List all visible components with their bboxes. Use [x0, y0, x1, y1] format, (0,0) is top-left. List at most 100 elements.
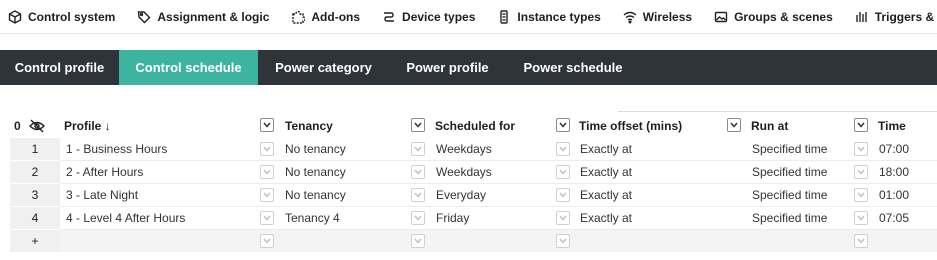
- bars-icon: [855, 10, 869, 24]
- header-time-offset[interactable]: Time offset (mins): [579, 114, 682, 138]
- scheduled-for-dropdown[interactable]: [556, 211, 570, 225]
- nav-groups-scenes[interactable]: Groups & scenes: [714, 10, 833, 24]
- cell-scheduled-for[interactable]: Weekdays: [436, 138, 492, 160]
- chevron-down-icon: [857, 215, 865, 221]
- cell-profile[interactable]: 2 - After Hours: [66, 161, 143, 183]
- nav-triggers-sequences[interactable]: Triggers & sequences: [855, 10, 937, 24]
- wifi-icon: [623, 10, 637, 24]
- row-number[interactable]: 3: [10, 184, 60, 206]
- cell-run-at[interactable]: Specified time: [752, 161, 827, 183]
- cell-profile[interactable]: 4 - Level 4 After Hours: [66, 207, 185, 229]
- cell-time[interactable]: 07:05: [879, 207, 909, 229]
- device-icon: [497, 9, 511, 24]
- scheduled-for-dropdown[interactable]: [556, 188, 570, 202]
- run-at-dropdown[interactable]: [854, 211, 868, 225]
- cell-profile[interactable]: 1 - Business Hours: [66, 138, 167, 160]
- table-row: 1 1 - Business Hours No tenancy Weekdays Exa…: [10, 138, 937, 161]
- table-row: 4 4 - Level 4 After Hours Tenancy 4 Friday E…: [10, 207, 937, 230]
- row-number[interactable]: 4: [10, 207, 60, 229]
- cell-profile[interactable]: 3 - Late Night: [66, 184, 138, 206]
- tab-power-schedule[interactable]: Power schedule: [506, 50, 640, 85]
- nav-instance-types[interactable]: Instance types: [497, 9, 601, 24]
- new-row-dropdown[interactable]: [260, 234, 274, 248]
- profile-dropdown[interactable]: [260, 188, 274, 202]
- cell-tenancy[interactable]: No tenancy: [285, 138, 346, 160]
- scheduled-for-dropdown[interactable]: [556, 165, 570, 179]
- cell-time[interactable]: 18:00: [879, 161, 909, 183]
- new-row: +: [10, 230, 937, 253]
- top-nav: Control system Assignment & logic Add-on…: [0, 0, 937, 33]
- cell-tenancy[interactable]: No tenancy: [285, 161, 346, 183]
- chevron-down-icon: [263, 169, 271, 175]
- row-number[interactable]: 1: [10, 138, 60, 160]
- tab-power-profile[interactable]: Power profile: [389, 50, 506, 85]
- tenancy-dropdown[interactable]: [411, 188, 425, 202]
- puzzle-icon: [291, 10, 306, 24]
- chevron-down-icon: [263, 238, 271, 244]
- nav-divider: [0, 33, 937, 34]
- nav-label: Groups & scenes: [734, 9, 833, 24]
- run-at-dropdown[interactable]: [854, 142, 868, 156]
- cell-run-at[interactable]: Specified time: [752, 207, 827, 229]
- cell-scheduled-for[interactable]: Friday: [436, 207, 469, 229]
- nav-add-ons[interactable]: Add-ons: [291, 10, 360, 24]
- tenancy-dropdown[interactable]: [411, 142, 425, 156]
- scheduled-for-dropdown[interactable]: [556, 142, 570, 156]
- cell-tenancy[interactable]: No tenancy: [285, 184, 346, 206]
- nav-wireless[interactable]: Wireless: [623, 10, 692, 24]
- hide-columns-icon[interactable]: [29, 114, 45, 138]
- add-row-button[interactable]: +: [10, 230, 60, 252]
- cell-time-offset[interactable]: Exactly at: [580, 207, 632, 229]
- cell-time-offset[interactable]: Exactly at: [580, 161, 632, 183]
- cell-scheduled-for[interactable]: Everyday: [436, 184, 486, 206]
- nav-control-system[interactable]: Control system: [8, 10, 115, 24]
- tenancy-dropdown[interactable]: [411, 211, 425, 225]
- tab-power-category[interactable]: Power category: [258, 50, 389, 85]
- header-profile[interactable]: Profile ↓: [64, 114, 111, 138]
- header-time[interactable]: Time: [878, 114, 906, 138]
- cell-time-offset[interactable]: Exactly at: [580, 138, 632, 160]
- cell-scheduled-for[interactable]: Weekdays: [436, 161, 492, 183]
- new-row-dropdown[interactable]: [556, 234, 570, 248]
- cell-run-at[interactable]: Specified time: [752, 138, 827, 160]
- chevron-down-icon: [263, 192, 271, 198]
- link-icon: [382, 10, 396, 24]
- run-at-dropdown[interactable]: [854, 165, 868, 179]
- tenancy-dropdown[interactable]: [411, 165, 425, 179]
- header-tenancy[interactable]: Tenancy: [285, 114, 333, 138]
- chevron-down-icon: [857, 192, 865, 198]
- header-scheduled-for[interactable]: Scheduled for: [435, 114, 515, 138]
- run-at-filter-dropdown[interactable]: [854, 118, 868, 132]
- tab-control-schedule[interactable]: Control schedule: [119, 50, 258, 85]
- cell-time-offset[interactable]: Exactly at: [580, 184, 632, 206]
- profile-filter-dropdown[interactable]: [260, 118, 274, 132]
- tenancy-filter-dropdown[interactable]: [411, 118, 425, 132]
- new-row-dropdown[interactable]: [854, 234, 868, 248]
- chevron-down-icon: [559, 215, 567, 221]
- chevron-down-icon: [414, 146, 422, 152]
- profile-dropdown[interactable]: [260, 165, 274, 179]
- new-row-dropdown[interactable]: [411, 234, 425, 248]
- nav-assignment-logic[interactable]: Assignment & logic: [137, 10, 269, 24]
- profile-dropdown[interactable]: [260, 142, 274, 156]
- table-row: 2 2 - After Hours No tenancy Weekdays Exactl…: [10, 161, 937, 184]
- run-at-dropdown[interactable]: [854, 188, 868, 202]
- cell-run-at[interactable]: Specified time: [752, 184, 827, 206]
- header-run-at[interactable]: Run at: [751, 114, 788, 138]
- time-offset-filter-dropdown[interactable]: [727, 118, 741, 132]
- cell-time[interactable]: 07:00: [879, 138, 909, 160]
- nav-label: Instance types: [517, 9, 601, 24]
- chevron-down-icon: [559, 146, 567, 152]
- cell-tenancy[interactable]: Tenancy 4: [285, 207, 340, 229]
- row-number[interactable]: 2: [10, 161, 60, 183]
- chevron-down-icon: [559, 169, 567, 175]
- cell-time[interactable]: 01:00: [879, 184, 909, 206]
- nav-label: Add-ons: [311, 9, 361, 24]
- nav-device-types[interactable]: Device types: [382, 10, 475, 24]
- nav-label: Wireless: [642, 9, 693, 24]
- tab-control-profile[interactable]: Control profile: [0, 50, 119, 85]
- profile-dropdown[interactable]: [260, 211, 274, 225]
- nav-label: Triggers & sequences: [874, 9, 937, 24]
- scheduled-for-filter-dropdown[interactable]: [556, 118, 570, 132]
- tab-bar: Control profile Control schedule Power c…: [0, 50, 937, 85]
